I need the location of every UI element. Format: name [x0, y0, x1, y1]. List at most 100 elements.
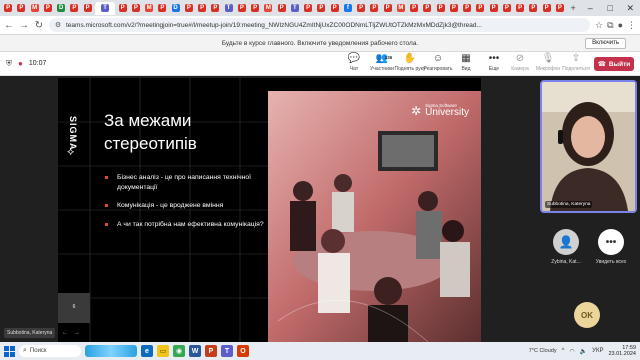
- url-field[interactable]: ⚙ teams.microsoft.com/v2/?meetingjoin=tr…: [49, 18, 591, 32]
- leave-button[interactable]: ☎ Выйти: [594, 57, 634, 71]
- browser-tab[interactable]: P: [381, 2, 393, 15]
- control-label: Поделиться: [562, 66, 590, 72]
- meeting-toolbar: ⛨ ● 10:07 💬 Чат 👥 236 Участники ✋ Поднять руку…: [0, 52, 640, 76]
- enable-notifications-button[interactable]: Включить: [585, 38, 626, 49]
- photo-brand-big: University: [425, 107, 469, 118]
- office-icon[interactable]: O: [237, 345, 249, 357]
- browser-tab[interactable]: D: [55, 2, 67, 15]
- participant-tile[interactable]: 👤 Zybina, Kat...: [549, 229, 583, 265]
- see-all-button[interactable]: ••• Увидеть всех: [594, 229, 628, 265]
- language-indicator[interactable]: УКР: [592, 348, 603, 354]
- pdf-icon: P: [542, 4, 551, 12]
- teams-icon[interactable]: T: [221, 345, 233, 357]
- browser-tab[interactable]: P: [156, 2, 168, 15]
- back-icon[interactable]: ←: [4, 20, 14, 31]
- browser-tab[interactable]: P: [448, 2, 460, 15]
- browser-tab[interactable]: T: [94, 1, 116, 15]
- taskbar-search[interactable]: ⌕ Поиск: [19, 345, 81, 357]
- photo-brand: ✲ Sigma Software University: [411, 103, 469, 118]
- taskbar-clock[interactable]: 17:59 23.01.2024: [608, 345, 636, 358]
- word-icon[interactable]: W: [189, 345, 201, 357]
- network-icon[interactable]: ◠: [569, 348, 574, 355]
- self-video-tile[interactable]: Subbotina, Kateryna: [540, 80, 637, 213]
- browser-tab[interactable]: P: [368, 2, 380, 15]
- browser-tab[interactable]: P: [2, 2, 14, 15]
- browser-tab[interactable]: P: [315, 2, 327, 15]
- browser-tab[interactable]: P: [527, 2, 539, 15]
- browser-tab[interactable]: P: [501, 2, 513, 15]
- view-control[interactable]: ▦ Вид: [452, 53, 480, 72]
- control-label: Камера: [511, 66, 529, 72]
- ok-button[interactable]: OK: [574, 302, 600, 328]
- tray-expand-icon[interactable]: ^: [562, 348, 565, 354]
- chrome-icon[interactable]: ◉: [173, 345, 185, 357]
- bookmark-star-icon[interactable]: ☆: [595, 20, 603, 31]
- browser-tab[interactable]: T: [222, 2, 234, 15]
- minimize-icon[interactable]: –: [580, 0, 600, 16]
- hand-control[interactable]: ✋ Поднять руку: [395, 53, 426, 72]
- camera-control[interactable]: ⊘ Камера: [506, 53, 534, 72]
- browser-tab[interactable]: P: [302, 2, 314, 15]
- browser-tab[interactable]: P: [82, 2, 94, 15]
- browser-tab[interactable]: P: [116, 2, 128, 15]
- browser-tab[interactable]: P: [196, 2, 208, 15]
- slide-nav: ← →: [62, 330, 80, 336]
- sigma-logo-icon: ⟡: [67, 146, 75, 158]
- forward-icon[interactable]: →: [19, 20, 29, 31]
- browser-tab[interactable]: P: [275, 2, 287, 15]
- browser-tab[interactable]: P: [130, 2, 142, 15]
- browser-tab[interactable]: f: [342, 2, 354, 15]
- browser-tab[interactable]: P: [554, 2, 566, 15]
- browser-tab[interactable]: M: [395, 2, 407, 15]
- browser-tab[interactable]: P: [236, 2, 248, 15]
- weather-widget[interactable]: 7°C Cloudy: [529, 348, 557, 354]
- share-control[interactable]: ⇪ Поделиться: [562, 53, 590, 72]
- reload-icon[interactable]: ↻: [34, 20, 44, 31]
- browser-tab[interactable]: P: [328, 2, 340, 15]
- site-info-icon[interactable]: ⚙: [53, 21, 63, 29]
- browser-tab[interactable]: M: [143, 2, 155, 15]
- slide-next-icon[interactable]: →: [74, 330, 80, 336]
- browser-menu-icon[interactable]: ⋮: [627, 20, 636, 31]
- system-tray: 7°C Cloudy ^ ◠ 🔈 УКР 17:59 23.01.2024: [529, 345, 636, 358]
- pdf-icon: P: [436, 4, 445, 12]
- browser-tab[interactable]: P: [249, 2, 261, 15]
- slide-prev-icon[interactable]: ←: [62, 330, 68, 336]
- browser-tab[interactable]: P: [42, 2, 54, 15]
- more-control[interactable]: ••• Еще: [480, 53, 508, 72]
- browser-tab[interactable]: P: [461, 2, 473, 15]
- browser-tab[interactable]: D: [169, 2, 181, 15]
- pdf-icon: P: [158, 4, 167, 12]
- close-icon[interactable]: ✕: [620, 0, 640, 16]
- powerpoint-icon[interactable]: P: [205, 345, 217, 357]
- pdf-icon: P: [330, 4, 339, 12]
- browser-tab[interactable]: P: [540, 2, 552, 15]
- extensions-icon[interactable]: ⧉: [607, 20, 613, 31]
- browser-tab[interactable]: P: [434, 2, 446, 15]
- browser-tab[interactable]: M: [29, 2, 41, 15]
- browser-tab[interactable]: T: [289, 2, 301, 15]
- people-control[interactable]: 👥 236 Участники: [368, 53, 396, 72]
- browser-tab[interactable]: P: [421, 2, 433, 15]
- chat-control[interactable]: 💬 Чат: [340, 53, 368, 72]
- profile-icon[interactable]: ●: [618, 20, 623, 30]
- file-explorer-icon[interactable]: ▭: [157, 345, 169, 357]
- browser-tab[interactable]: M: [262, 2, 274, 15]
- browser-tab[interactable]: P: [487, 2, 499, 15]
- browser-tab[interactable]: P: [474, 2, 486, 15]
- browser-tab[interactable]: P: [15, 2, 27, 15]
- new-tab-icon[interactable]: +: [567, 2, 579, 15]
- reaction-control[interactable]: ☺ Реагировать: [423, 53, 452, 72]
- maximize-icon[interactable]: □: [600, 0, 620, 16]
- browser-tab[interactable]: P: [68, 2, 80, 15]
- facebook-icon: f: [343, 4, 352, 12]
- volume-icon[interactable]: 🔈: [580, 348, 587, 355]
- browser-tab[interactable]: P: [209, 2, 221, 15]
- browser-tab[interactable]: P: [514, 2, 526, 15]
- browser-tab[interactable]: P: [355, 2, 367, 15]
- edge-icon[interactable]: e: [141, 345, 153, 357]
- browser-tab[interactable]: P: [183, 2, 195, 15]
- windows-start-icon[interactable]: [4, 345, 15, 357]
- browser-tab[interactable]: P: [408, 2, 420, 15]
- mic-control[interactable]: 🎙 Микрофон: [534, 53, 562, 72]
